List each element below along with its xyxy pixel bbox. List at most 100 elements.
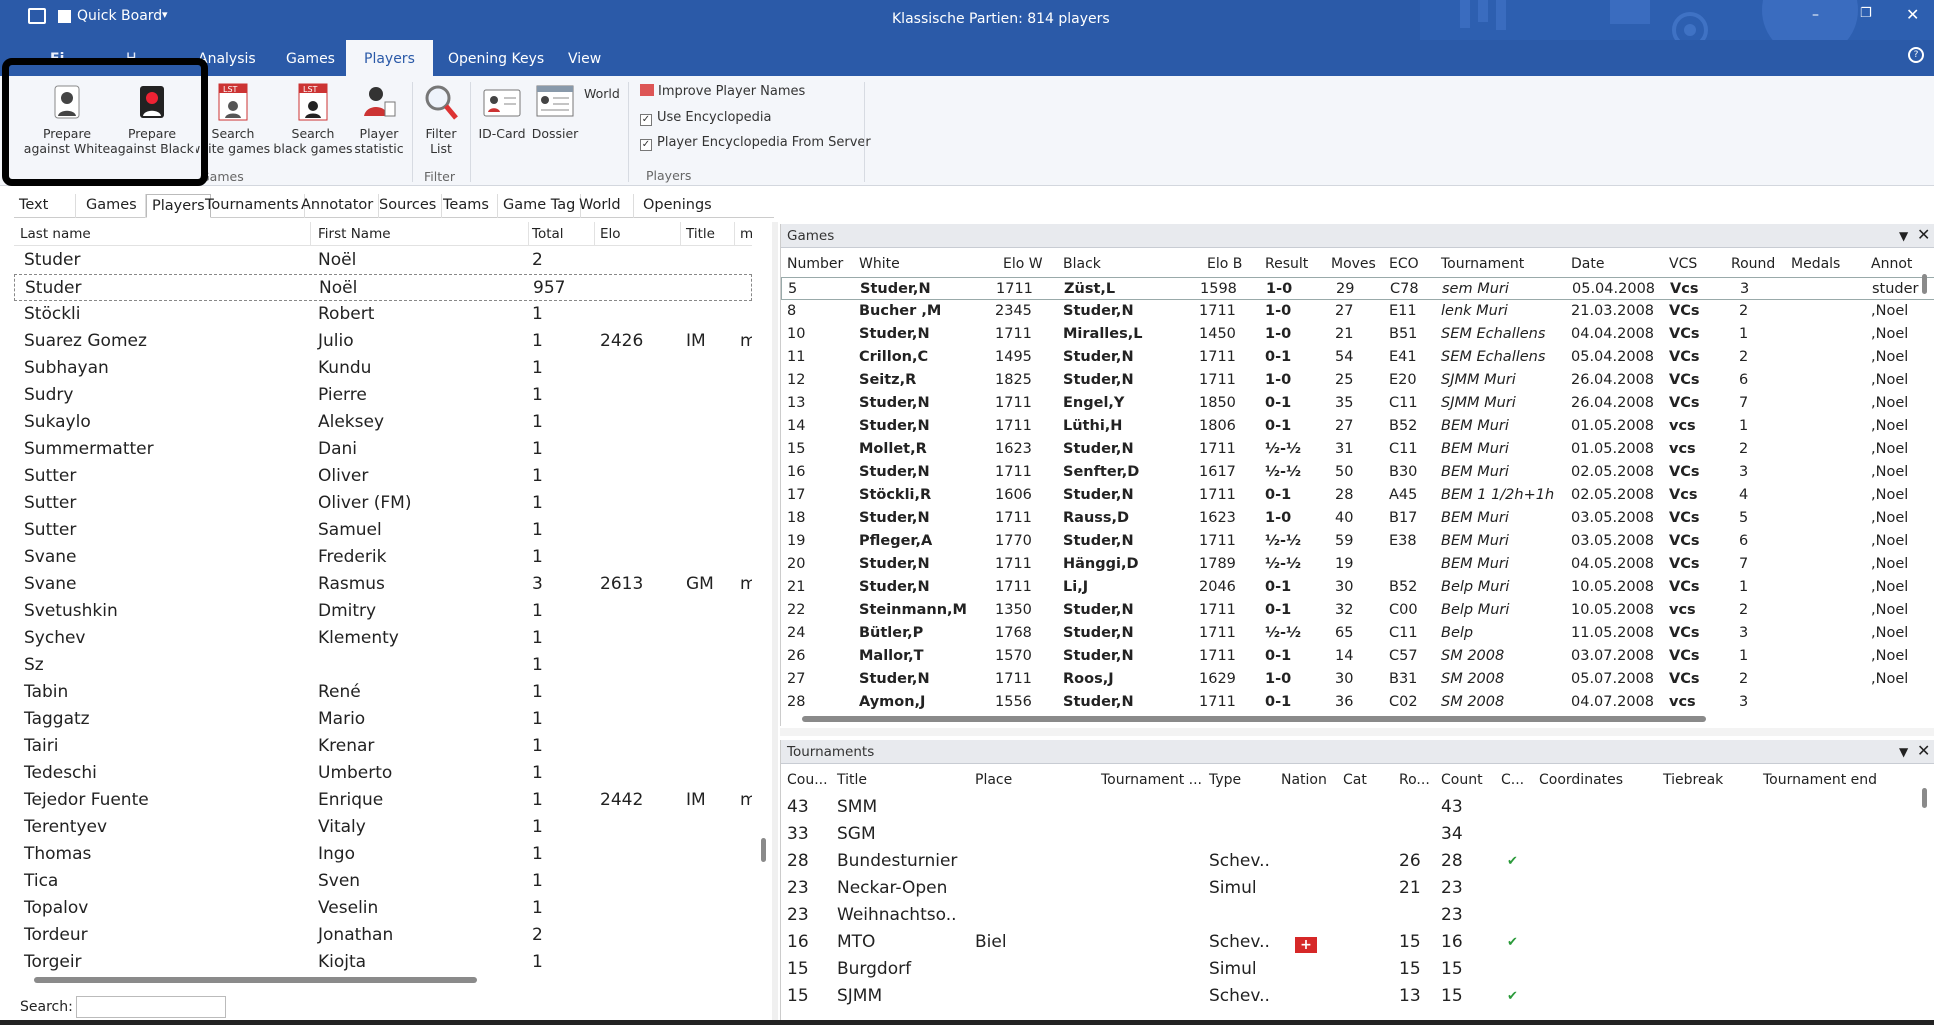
col-type[interactable]: Type <box>1209 772 1241 788</box>
game-row[interactable]: 12 Seitz,R 1825 Studer,N 1711 1-0 25 E20 SJMM Mu… <box>781 369 1934 392</box>
col-count[interactable]: Count <box>1441 772 1483 788</box>
col-date[interactable]: Date <box>1571 256 1604 272</box>
tournament-row[interactable]: 15 SJMM Schev.. 13 15 ✔ <box>781 983 1934 1010</box>
col-coordinates[interactable]: Coordinates <box>1539 772 1623 788</box>
subtab-text[interactable]: Text <box>14 194 76 218</box>
game-row[interactable]: 19 Pfleger,A 1770 Studer,N 1711 ½-½ 59 E38 BEM M… <box>781 530 1934 553</box>
subtab-world[interactable]: World <box>574 194 634 218</box>
subtab-game-tag[interactable]: Game Tag <box>498 194 582 218</box>
vertical-splitter[interactable] <box>772 222 778 1022</box>
subtab-teams[interactable]: Teams <box>438 194 498 218</box>
col-elo[interactable]: Elo <box>600 226 621 242</box>
game-row[interactable]: 13 Studer,N 1711 Engel,Y 1850 0-1 35 C11 SJMM Mu… <box>781 392 1934 415</box>
game-row[interactable]: 26 Mallor,T 1570 Studer,N 1711 0-1 14 C57 SM 200… <box>781 645 1934 668</box>
use-encyclopedia-checkbox[interactable]: ✓ Use Encyclopedia <box>640 110 772 126</box>
help-icon[interactable]: ? <box>1908 47 1924 63</box>
player-row[interactable]: Tordeur Jonathan 2 <box>14 922 752 949</box>
tab-view[interactable]: View <box>558 40 611 76</box>
quick-board-checkbox[interactable] <box>58 10 71 23</box>
game-row[interactable]: 20 Studer,N 1711 Hänggi,D 1789 ½-½ 19 BEM Muri 0… <box>781 553 1934 576</box>
col-round[interactable]: Round <box>1731 256 1775 272</box>
col-result[interactable]: Result <box>1265 256 1308 272</box>
player-row[interactable]: Terentyev Vitaly 1 <box>14 814 752 841</box>
horizontal-splitter[interactable] <box>780 728 1934 736</box>
tournament-row[interactable]: 15 Burgdorf Simul 15 15 <box>781 956 1934 983</box>
minimize-button[interactable]: – <box>1812 7 1819 23</box>
id-card-button[interactable]: ID-Card <box>478 82 526 141</box>
col-cat[interactable]: Cat <box>1343 772 1367 788</box>
tournament-row[interactable]: 23 Neckar-Open Simul 21 23 <box>781 875 1934 902</box>
player-row[interactable]: Tabin René 1 <box>14 679 752 706</box>
game-row[interactable]: 18 Studer,N 1711 Rauss,D 1623 1-0 40 B17 BEM Mur… <box>781 507 1934 530</box>
col-rounds[interactable]: Ro... <box>1399 772 1430 788</box>
subtab-tournaments[interactable]: Tournaments <box>200 194 305 218</box>
filter-list-button[interactable]: Filter List <box>418 82 464 156</box>
player-row[interactable]: Taggatz Mario 1 <box>14 706 752 733</box>
col-nation[interactable]: Nation <box>1281 772 1327 788</box>
col-moves[interactable]: Moves <box>1331 256 1376 272</box>
game-row[interactable]: 16 Studer,N 1711 Senfter,D 1617 ½-½ 50 B30 BEM M… <box>781 461 1934 484</box>
player-row[interactable]: Summermatter Dani 1 <box>14 436 752 463</box>
subtab-openings[interactable]: Openings <box>638 194 717 218</box>
subtab-annotator[interactable]: Annotator <box>296 194 380 218</box>
close-button[interactable]: ✕ <box>1906 5 1919 24</box>
player-row[interactable]: Sutter Samuel 1 <box>14 517 752 544</box>
player-row[interactable]: Svetushkin Dmitry 1 <box>14 598 752 625</box>
game-row[interactable]: 21 Studer,N 1711 Li,J 2046 0-1 30 B52 Belp Muri 1… <box>781 576 1934 599</box>
player-row[interactable]: Suarez Gomez Julio 1 2426 IM m <box>14 328 752 355</box>
player-row[interactable]: Sukaylo Aleksey 1 <box>14 409 752 436</box>
subtab-games[interactable]: Games <box>76 194 146 218</box>
tab-players[interactable]: Players <box>346 40 433 76</box>
col-vcs[interactable]: VCS <box>1669 256 1697 272</box>
col-m[interactable]: m <box>740 226 752 242</box>
player-row[interactable]: Topalov Veselin 1 <box>14 895 752 922</box>
player-row[interactable]: Studer Noël 2 <box>14 247 752 274</box>
player-row[interactable]: Tejedor Fuente Enrique 1 2442 IM m <box>14 787 752 814</box>
col-elo-b[interactable]: Elo B <box>1207 256 1242 272</box>
game-row[interactable]: 28 Aymon,J 1556 Studer,N 1711 0-1 36 C02 SM 2008… <box>781 691 1934 714</box>
col-tournament-end[interactable]: Tournament end <box>1763 772 1877 788</box>
tab-games[interactable]: Games <box>276 40 345 76</box>
game-row[interactable]: 5 Studer,N 1711 Züst,L 1598 1-0 29 C78 sem Muri 0… <box>781 277 1934 300</box>
player-row[interactable]: Svane Rasmus 3 2613 GM m <box>14 571 752 598</box>
col-annot[interactable]: Annot <box>1871 256 1912 272</box>
player-statistic-button[interactable]: Player statistic <box>354 82 404 156</box>
player-row[interactable]: Sychev Klementy 1 <box>14 625 752 652</box>
app-icon[interactable] <box>28 8 46 24</box>
player-row[interactable]: Sutter Oliver 1 <box>14 463 752 490</box>
search-input[interactable] <box>76 996 226 1018</box>
subtab-sources[interactable]: Sources <box>374 194 443 218</box>
game-row[interactable]: 27 Studer,N 1711 Roos,J 1629 1-0 30 B31 SM 2008 0… <box>781 668 1934 691</box>
player-row[interactable]: Sz 1 <box>14 652 752 679</box>
panel-menu-icon[interactable]: ▼ <box>1899 224 1908 248</box>
world-label[interactable]: World <box>584 86 620 101</box>
game-row[interactable]: 11 Crillon,C 1495 Studer,N 1711 0-1 54 E41 SEM E… <box>781 346 1934 369</box>
tournament-row[interactable]: 33 SGM 34 <box>781 821 1934 848</box>
tournament-row[interactable]: 28 Bundesturnier Schev.. 26 28 ✔ <box>781 848 1934 875</box>
game-row[interactable]: 17 Stöckli,R 1606 Studer,N 1711 0-1 28 A45 BEM 1… <box>781 484 1934 507</box>
game-row[interactable]: 10 Studer,N 1711 Miralles,L 1450 1-0 21 B51 SEM … <box>781 323 1934 346</box>
players-vscrollbar[interactable] <box>761 838 766 862</box>
dossier-button[interactable]: Dossier <box>530 82 580 141</box>
col-total[interactable]: Total <box>532 226 564 242</box>
col-count-short[interactable]: Cou... <box>787 772 828 788</box>
col-medals[interactable]: Medals <box>1791 256 1840 272</box>
player-row[interactable]: Torgeir Kiojta 1 <box>14 949 752 976</box>
col-last-name[interactable]: Last name <box>20 226 91 242</box>
col-elo-w[interactable]: Elo W <box>1003 256 1043 272</box>
search-black-games-button[interactable]: LST Search black games <box>272 82 354 156</box>
game-row[interactable]: 8 Bucher ,M 2345 Studer,N 1711 1-0 27 E11 lenk M… <box>781 300 1934 323</box>
player-row[interactable]: Subhayan Kundu 1 <box>14 355 752 382</box>
player-encyclopedia-checkbox[interactable]: ✓ Player Encyclopedia From Server <box>640 135 871 151</box>
player-row[interactable]: Sudry Pierre 1 <box>14 382 752 409</box>
player-row[interactable]: Tica Sven 1 <box>14 868 752 895</box>
player-row[interactable]: Stöckli Robert 1 <box>14 301 752 328</box>
tournament-row[interactable]: 23 Weihnachtso.. 23 <box>781 902 1934 929</box>
player-row[interactable]: Tedeschi Umberto 1 <box>14 760 752 787</box>
tab-opening-keys[interactable]: Opening Keys <box>438 40 554 76</box>
panel-menu-icon[interactable]: ▼ <box>1899 740 1908 764</box>
player-row[interactable]: Svane Frederik 1 <box>14 544 752 571</box>
games-vscrollbar[interactable] <box>1922 274 1927 294</box>
player-row[interactable]: Tairi Krenar 1 <box>14 733 752 760</box>
col-number[interactable]: Number <box>787 256 843 272</box>
